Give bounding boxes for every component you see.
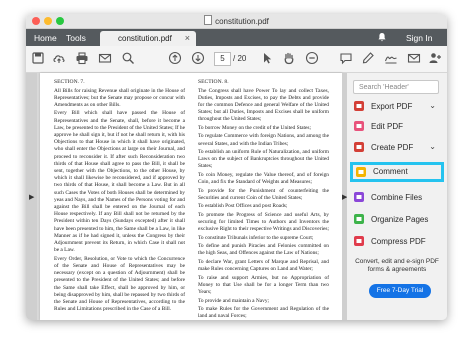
save-button[interactable] <box>30 50 46 66</box>
comment-button[interactable] <box>338 50 354 66</box>
tool-label: Create PDF <box>371 143 414 152</box>
paragraph: To regulate Commerce with foreign Nation… <box>198 133 329 147</box>
zoom-out-button[interactable] <box>304 50 320 66</box>
sign-icon <box>384 56 397 64</box>
tools-panel: Search 'Header' Export PDF ⌄ Edit PDF Creat… <box>347 73 447 320</box>
tool-combine-files[interactable]: Combine Files <box>353 190 439 206</box>
tool-label: Edit PDF <box>371 122 404 131</box>
tool-label: Organize Pages <box>371 215 429 224</box>
add-user-icon <box>429 53 441 63</box>
promo-line-1: Convert, edit and e-sign PDF <box>355 258 439 265</box>
free-trial-button[interactable]: Free 7-Day Trial <box>369 284 431 298</box>
expand-left-icon: ▶ <box>29 194 35 201</box>
section-heading: SECTION. 7. <box>54 79 85 85</box>
tool-organize-pages[interactable]: Organize Pages <box>353 212 439 228</box>
sign-button[interactable] <box>383 50 399 66</box>
edit-pdf-icon <box>354 121 364 131</box>
pen-icon <box>362 52 374 64</box>
tool-label: Comment <box>373 167 408 176</box>
arrow-up-icon <box>168 51 182 65</box>
sign-in-button[interactable]: Sign In <box>406 33 432 43</box>
paragraph: To borrow Money on the credit of the Uni… <box>198 124 311 131</box>
comment-icon <box>356 167 366 177</box>
select-tool-button[interactable] <box>259 50 275 66</box>
top-nav: Home Tools constitution.pdf × Sign In <box>26 29 447 46</box>
tool-comment[interactable]: Comment <box>350 162 444 182</box>
paragraph: To make Rules for the Government and Reg… <box>198 306 329 320</box>
paragraph: Every Bill which shall have passed the H… <box>54 110 185 254</box>
tool-compress-pdf[interactable]: Compress PDF <box>353 234 439 250</box>
envelope-button[interactable] <box>97 50 113 66</box>
combine-files-icon <box>354 192 364 202</box>
tool-edit-pdf[interactable]: Edit PDF <box>353 119 439 135</box>
document-tab[interactable]: constitution.pdf × <box>100 31 196 46</box>
compress-pdf-icon <box>354 236 364 246</box>
previous-page-button[interactable] <box>167 50 183 66</box>
paragraph: To declare War, grant Letters of Marque … <box>198 258 329 273</box>
arrow-down-icon <box>191 51 205 65</box>
paragraph: To promote the Progress of Science and u… <box>198 211 329 233</box>
tool-label: Combine Files <box>371 193 423 202</box>
app-window: constitution.pdf Home Tools constitution… <box>26 14 447 320</box>
tool-label: Compress PDF <box>371 237 426 246</box>
chevron-down-icon[interactable]: ⌄ <box>429 142 436 151</box>
window-title: constitution.pdf <box>26 15 447 26</box>
paragraph: To define and punish Piracies and Feloni… <box>198 243 329 257</box>
paragraph: To provide and maintain a Navy; <box>198 297 270 304</box>
hand-tool-button[interactable] <box>281 50 297 66</box>
paragraph: To constitute Tribunals inferior to the … <box>198 234 314 241</box>
chevron-down-icon[interactable]: ⌄ <box>429 101 436 110</box>
page-total: / 20 <box>233 54 247 63</box>
paragraph: To coin Money, regulate the Value thereo… <box>198 171 329 186</box>
text-column-left: SECTION. 7. All Bills for raising Revenue… <box>54 79 185 315</box>
highlight-button[interactable] <box>360 50 376 66</box>
pdf-page: SECTION. 7. All Bills for raising Revenue… <box>40 73 342 320</box>
upload-button[interactable] <box>51 50 67 66</box>
paragraph: To raise and support Armies, but no Appr… <box>198 274 329 296</box>
tools-search-input[interactable]: Search 'Header' <box>353 80 439 94</box>
create-pdf-icon <box>354 142 364 152</box>
organize-pages-icon <box>354 214 364 224</box>
send-button[interactable] <box>406 50 422 66</box>
bell-icon[interactable] <box>377 32 387 42</box>
main-content: ▶ SECTION. 7. All Bills for raising Reven… <box>26 73 447 320</box>
print-button[interactable] <box>74 50 90 66</box>
add-user-button[interactable] <box>427 50 443 66</box>
document-icon <box>204 15 213 25</box>
tool-create-pdf[interactable]: Create PDF ⌄ <box>353 140 439 156</box>
paragraph: To provide for the Punishment of counter… <box>198 187 329 201</box>
envelope-icon <box>98 53 112 63</box>
text-column-right: SECTION. 8. The Congress shall have Power… <box>198 79 329 320</box>
zoom-out-icon <box>305 51 319 65</box>
close-tab-icon[interactable]: × <box>185 33 190 43</box>
hand-icon <box>284 52 294 65</box>
toolbar: 5 / 20 <box>26 46 447 73</box>
left-pane-toggle[interactable]: ▶ <box>26 73 37 320</box>
speech-bubble-icon <box>340 53 352 65</box>
tool-export-pdf[interactable]: Export PDF ⌄ <box>353 99 439 115</box>
tool-label: Export PDF <box>371 102 413 111</box>
home-tab[interactable]: Home <box>34 33 57 43</box>
paragraph: All Bills for raising Revenue shall orig… <box>54 87 185 108</box>
paragraph: To establish Post Offices and post Roads… <box>198 203 288 210</box>
export-pdf-icon <box>354 101 364 111</box>
cloud-upload-icon <box>53 55 65 63</box>
page-number-input[interactable]: 5 <box>214 52 231 66</box>
section-heading: SECTION. 8. <box>198 79 229 85</box>
document-tab-label: constitution.pdf <box>118 34 172 43</box>
envelope-icon <box>407 53 421 63</box>
promo-line-2: forms & agreements <box>367 266 427 273</box>
save-icon <box>32 52 44 64</box>
search-icon <box>122 52 134 64</box>
print-icon <box>76 52 88 65</box>
tools-tab[interactable]: Tools <box>66 33 86 43</box>
paragraph: The Congress shall have Power To lay and… <box>198 87 329 123</box>
cursor-icon <box>264 53 272 64</box>
paragraph: Every Order, Resolution, or Vote to whic… <box>54 255 185 313</box>
next-page-button[interactable] <box>190 50 206 66</box>
paragraph: To establish an uniform Rule of Naturali… <box>198 149 329 170</box>
search-button[interactable] <box>120 50 136 66</box>
title-bar: constitution.pdf <box>26 14 447 29</box>
